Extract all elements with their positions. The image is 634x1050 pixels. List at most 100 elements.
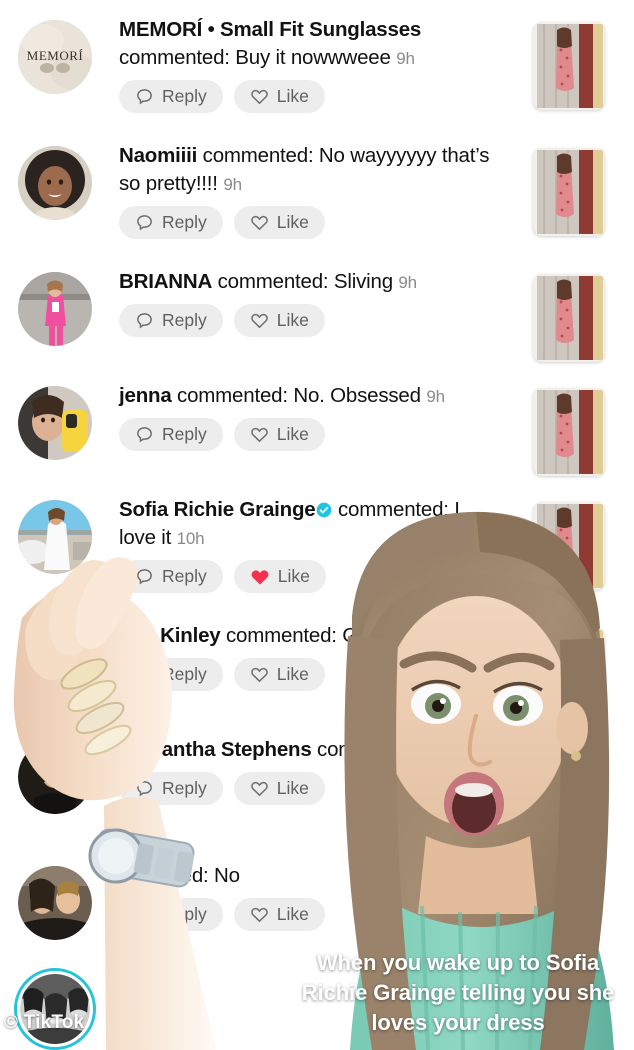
speech-bubble-icon — [137, 781, 152, 797]
brianna-avatar[interactable] — [18, 272, 92, 346]
reply-button[interactable]: Reply — [119, 560, 223, 593]
like-button-active[interactable]: Like — [233, 560, 326, 593]
reply-button[interactable]: Reply — [119, 658, 223, 691]
like-label: Like — [276, 903, 309, 924]
notification-username[interactable]: Sofia Richie Grainge — [119, 498, 316, 521]
notification-body: Naomiiii commented: No wayyyyyy that’s s… — [119, 142, 499, 239]
reply-button[interactable]: Reply — [119, 206, 223, 239]
like-label: Like — [276, 777, 309, 798]
notification-username[interactable]: BRIANNA — [119, 270, 212, 293]
notification-username[interactable]: Ella Kinley — [119, 624, 221, 647]
video-thumbnail[interactable] — [533, 502, 605, 590]
notification-text: jenna commented: No. Obsessed 9h — [119, 382, 499, 411]
ella-kinley-avatar[interactable] — [18, 626, 92, 700]
heart-filled-icon — [251, 569, 269, 584]
notification-actions: Reply Like — [119, 80, 499, 113]
video-thumbnail[interactable] — [533, 22, 605, 110]
reply-label: Reply — [162, 565, 207, 586]
video-thumbnail[interactable] — [533, 628, 605, 716]
heart-icon — [250, 215, 268, 231]
notification-body: Sofia Richie Grainge commented: I love i… — [119, 496, 499, 593]
avatar-image — [18, 146, 92, 220]
notification-action: IR — [172, 966, 193, 989]
notification-actions: Reply Like — [119, 658, 499, 691]
heart-icon — [250, 427, 268, 443]
like-button[interactable]: Like — [233, 658, 325, 691]
caption-line: loves your dress — [371, 1010, 545, 1035]
like-button[interactable]: Like — [233, 898, 325, 931]
group-bw-avatar[interactable] — [14, 968, 96, 1050]
notification-action: commented: No. Obsessed — [177, 384, 421, 407]
like-label: Like — [276, 211, 309, 232]
speech-bubble-icon — [137, 215, 152, 231]
speech-bubble-icon — [137, 569, 152, 585]
sofia-richie-grainge-avatar[interactable] — [18, 500, 92, 574]
notification-body: Samantha Stephens commented: p ! 10h Rep… — [119, 736, 499, 805]
reply-label: Reply — [162, 423, 207, 444]
notification-body: Ella Kinley commented: GET Reply Like — [119, 622, 499, 691]
like-label: Like — [276, 423, 309, 444]
like-label: Like — [276, 85, 309, 106]
notification-username[interactable]: Naomiiii — [119, 144, 197, 167]
notification-actions: Reply Like — [119, 898, 499, 931]
notification-body: jenna commented: No. Obsessed 9h Reply L… — [119, 382, 499, 451]
avatar-image — [18, 866, 92, 940]
heart-icon — [250, 89, 268, 105]
notification-username[interactable]: West — [119, 966, 167, 989]
video-thumbnail[interactable] — [533, 388, 605, 476]
reply-button[interactable]: Reply — [119, 304, 223, 337]
notification-body: mmented: No Reply Like — [119, 862, 499, 931]
notification-timestamp: 9h — [223, 175, 242, 194]
heart-icon — [250, 313, 268, 329]
notification-username[interactable]: Samantha Stephens — [119, 738, 312, 761]
speech-bubble-icon — [137, 313, 152, 329]
like-button[interactable]: Like — [233, 772, 325, 805]
memori-brand-avatar[interactable]: MEMORÍ — [18, 20, 92, 94]
notification-username[interactable]: jenna — [119, 384, 172, 407]
video-thumbnail[interactable] — [533, 742, 605, 830]
jenna-avatar[interactable] — [18, 386, 92, 460]
notification-body: BRIANNA commented: Sliving 9h Reply Like — [119, 268, 499, 337]
notification-actions: Reply Like — [119, 772, 499, 805]
thumbnail-image — [533, 742, 605, 830]
video-thumbnail[interactable] — [533, 148, 605, 236]
thumbnail-image — [533, 502, 605, 590]
video-thumbnail[interactable] — [533, 274, 605, 362]
like-button[interactable]: Like — [233, 304, 325, 337]
like-button[interactable]: Like — [233, 206, 325, 239]
notification-username[interactable]: MEMORÍ • Small Fit Sunglasses — [119, 18, 421, 41]
notification-text: Ella Kinley commented: GET — [119, 622, 499, 651]
like-label: Like — [277, 565, 310, 586]
notification-action: commented: p ! — [317, 738, 456, 761]
reply-button[interactable]: Reply — [119, 80, 223, 113]
naomiiii-avatar[interactable] — [18, 146, 92, 220]
thumbnail-image — [533, 22, 605, 110]
couple-avatar[interactable] — [18, 866, 92, 940]
notification-actions: Reply Like — [119, 418, 499, 451]
caption-line: Richie Grainge telling you she — [301, 980, 615, 1005]
samantha-stephens-avatar[interactable] — [18, 740, 92, 814]
notification-action: commented: GET — [225, 624, 384, 647]
reply-label: Reply — [162, 903, 207, 924]
notification-text: Samantha Stephens commented: p ! 10h — [119, 736, 499, 765]
tiktok-watermark: © TikTok — [4, 1012, 85, 1033]
like-button[interactable]: Like — [233, 418, 325, 451]
reply-button[interactable]: Reply — [119, 772, 223, 805]
notification-list: MEMORÍ MEMORÍ • Small Fit Sunglasses com… — [0, 0, 634, 1050]
speech-bubble-icon — [137, 89, 152, 105]
like-button[interactable]: Like — [233, 80, 325, 113]
heart-icon — [250, 781, 268, 797]
avatar-image — [18, 500, 92, 574]
notification-action: commented: Sliving — [217, 270, 393, 293]
notification-timestamp: 9h — [396, 49, 415, 68]
reply-label: Reply — [162, 211, 207, 232]
avatar-image — [18, 626, 92, 700]
avatar-image — [18, 386, 92, 460]
speech-bubble-icon — [137, 907, 152, 923]
reply-button[interactable]: Reply — [119, 898, 223, 931]
tiktok-activity-screen: MEMORÍ MEMORÍ • Small Fit Sunglasses com… — [0, 0, 634, 1050]
notification-actions: Reply Like — [119, 560, 499, 593]
reply-button[interactable]: Reply — [119, 418, 223, 451]
notification-actions: Reply Like — [119, 304, 499, 337]
like-label: Like — [276, 663, 309, 684]
